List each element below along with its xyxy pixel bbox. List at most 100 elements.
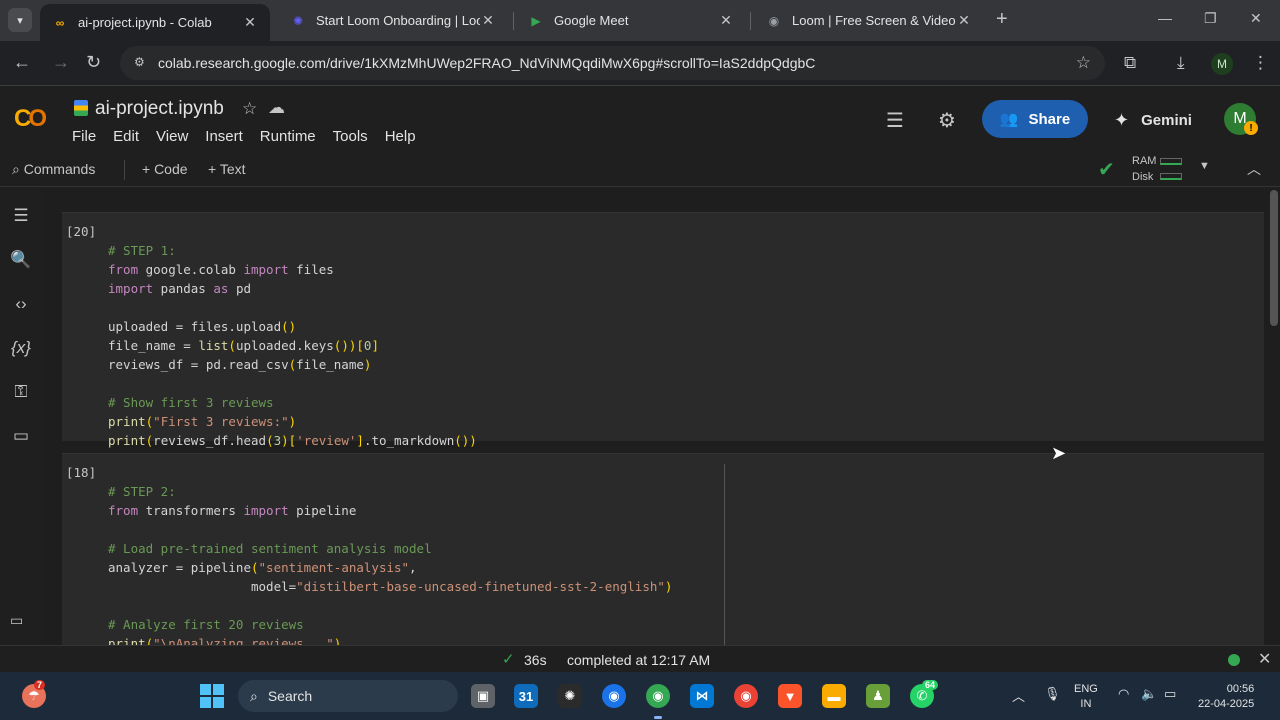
windows-taskbar: ☂ 7 ⌕ Search ▣ 31 ✺ ◉ ◉ ⋈ ◉ ▼ ▬ ♟ ✆ 64 ︿…	[0, 672, 1280, 720]
menu-help[interactable]: Help	[385, 128, 416, 145]
terminal-icon[interactable]: ▭	[10, 612, 23, 629]
restore-icon[interactable]: ❐	[1204, 10, 1217, 27]
search-label: Search	[267, 688, 313, 704]
browser-menu-icon[interactable]: ⋮	[1252, 53, 1269, 73]
chevron-up-icon[interactable]: ︿	[1247, 159, 1261, 179]
tab-loom-onboarding[interactable]: ✺ Start Loom Onboarding | Loom ✕	[278, 4, 508, 37]
notebook-area: [20] # STEP 1: from google.colab import …	[42, 188, 1268, 645]
vscode-icon[interactable]: ⋈	[690, 684, 714, 708]
taskbar-search[interactable]: ⌕ Search	[238, 680, 458, 712]
minimize-icon[interactable]: —	[1158, 10, 1172, 26]
clock[interactable]: 00:56 22-04-2025	[1198, 682, 1254, 712]
menu-insert[interactable]: Insert	[205, 128, 243, 145]
menu-runtime[interactable]: Runtime	[260, 128, 316, 145]
star-icon[interactable]: ☆	[242, 99, 257, 119]
disk-usage-bar[interactable]	[1160, 173, 1182, 180]
tab-search-button[interactable]: ▾	[8, 8, 32, 32]
reload-icon[interactable]: ↻	[86, 52, 101, 73]
chrome-profile-m-icon[interactable]: ◉	[646, 684, 670, 708]
menu-tools[interactable]: Tools	[333, 128, 368, 145]
tab-colab[interactable]: ∞ ai-project.ipynb - Colab ✕	[40, 4, 270, 41]
close-icon[interactable]: ✕	[956, 12, 972, 29]
scrollbar-thumb[interactable]	[1270, 190, 1278, 326]
add-text-button[interactable]: + Text	[208, 161, 246, 177]
brave-browser-icon[interactable]: ▼	[778, 684, 802, 708]
gemini-spark-icon: ✦	[1114, 110, 1130, 130]
code-cell[interactable]: [18] # STEP 2: from transformers import …	[62, 453, 1264, 645]
menu-file[interactable]: File	[72, 128, 96, 145]
site-info-icon[interactable]: ⚙	[134, 55, 150, 71]
table-of-contents-icon[interactable]: ☰	[10, 206, 32, 226]
back-icon[interactable]: ←	[13, 52, 31, 73]
colab-icon: ∞	[55, 15, 65, 30]
browser-profile-avatar[interactable]: M	[1211, 53, 1233, 75]
code-cell[interactable]: [20] # STEP 1: from google.colab import …	[62, 212, 1264, 448]
execution-count[interactable]: [18]	[66, 465, 96, 480]
tab-title: Loom | Free Screen & Video Re	[792, 13, 956, 28]
execution-completed-text[interactable]: completed at 12:17 AM	[567, 652, 710, 668]
chatgpt-icon[interactable]: ✺	[558, 684, 582, 708]
drive-notebook-icon	[74, 100, 88, 116]
runtime-dropdown-icon[interactable]: ▼	[1199, 160, 1210, 172]
menu-edit[interactable]: Edit	[113, 128, 139, 145]
file-explorer-icon[interactable]: ▬	[822, 684, 846, 708]
cloud-save-icon[interactable]: ☁	[268, 98, 285, 118]
bookmark-star-icon[interactable]: ☆	[1076, 53, 1091, 73]
commands-button[interactable]: ⌕ Commands	[12, 161, 95, 178]
tab-title: ai-project.ipynb - Colab	[78, 15, 212, 30]
tab-google-meet[interactable]: ▶ Google Meet ✕	[516, 4, 746, 37]
mouse-cursor-icon: ➤	[1051, 443, 1067, 463]
files-folder-icon[interactable]: ▭	[10, 426, 32, 446]
download-icon[interactable]: ⤓	[1177, 53, 1185, 73]
people-icon: 👥	[999, 111, 1019, 128]
code-line: # Show first 3 reviews	[108, 395, 274, 410]
share-button[interactable]: 👥 Share	[982, 100, 1088, 138]
meet-icon: ▶	[531, 13, 541, 28]
settings-gear-icon[interactable]: ⚙	[938, 108, 956, 133]
task-view-icon[interactable]: ▣	[471, 684, 495, 708]
chrome-icon[interactable]: ◉	[734, 684, 758, 708]
extensions-icon[interactable]: ⧉	[1124, 53, 1136, 73]
address-bar[interactable]: ⚙ colab.research.google.com/drive/1kXMzM…	[120, 46, 1105, 80]
volume-icon[interactable]: 🔈	[1141, 686, 1157, 702]
chrome-profile-b-icon[interactable]: ◉	[602, 684, 626, 708]
gemini-button[interactable]: ✦ Gemini	[1114, 110, 1192, 131]
execution-duration[interactable]: 36s	[524, 652, 547, 668]
code-editor[interactable]: # STEP 1: from google.colab import files…	[108, 222, 477, 450]
runtime-status-dot[interactable]	[1228, 654, 1240, 666]
microphone-icon[interactable]: 🎙	[1044, 686, 1061, 702]
tab-loom-free[interactable]: ◉ Loom | Free Screen & Video Re ✕	[754, 4, 984, 37]
language-indicator[interactable]: ENG IN	[1074, 682, 1098, 712]
new-tab-button[interactable]: +	[996, 8, 1008, 31]
connected-check-icon: ✔	[1098, 159, 1115, 181]
code-snippets-icon[interactable]: ‹›	[10, 294, 32, 314]
chevron-up-icon[interactable]: ︿	[1012, 686, 1025, 705]
notebook-scrollbar[interactable]	[1268, 188, 1280, 645]
comments-icon[interactable]: ☰	[886, 108, 904, 133]
code-line: uploaded = files.upload()	[108, 319, 297, 334]
secrets-key-icon[interactable]: ⚿	[10, 382, 32, 402]
time: 00:56	[1226, 683, 1255, 695]
add-code-button[interactable]: + Code	[142, 161, 188, 177]
ram-usage-bar[interactable]	[1160, 158, 1182, 165]
close-icon[interactable]: ✕	[480, 12, 496, 29]
notebook-title[interactable]: ai-project.ipynb	[95, 98, 224, 120]
status-bar: ✓ 36s completed at 12:17 AM ✕	[0, 645, 1280, 672]
calendar-app-icon[interactable]: 31	[514, 684, 538, 708]
battery-icon[interactable]: ▭	[1164, 686, 1176, 702]
code-editor[interactable]: # STEP 2: from transformers import pipel…	[108, 463, 672, 645]
close-icon[interactable]: ✕	[1258, 649, 1271, 669]
windows-start-icon[interactable]	[200, 684, 224, 708]
close-window-icon[interactable]: ✕	[1250, 10, 1262, 27]
execution-count[interactable]: [20]	[66, 224, 96, 239]
chess-app-icon[interactable]: ♟	[866, 684, 890, 708]
code-line: file_name = list(uploaded.keys())[0]	[108, 338, 379, 353]
wifi-icon[interactable]: ◠	[1118, 686, 1129, 702]
menu-view[interactable]: View	[156, 128, 188, 145]
close-icon[interactable]: ✕	[242, 14, 258, 31]
close-icon[interactable]: ✕	[718, 12, 734, 29]
forward-icon[interactable]: →	[52, 52, 70, 73]
colab-logo[interactable]: CO	[14, 105, 47, 133]
find-icon[interactable]: 🔍	[10, 250, 32, 270]
variables-icon[interactable]: {x}	[10, 338, 32, 358]
